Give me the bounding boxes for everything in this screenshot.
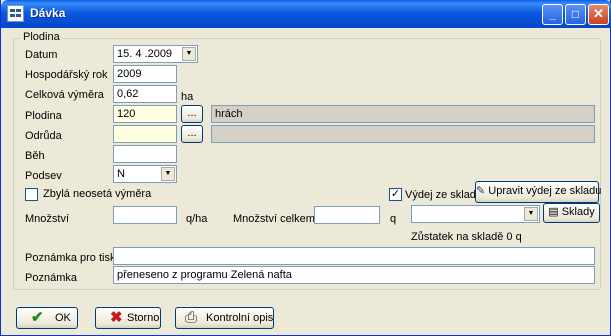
datum-value: 15. 4 .2009 (117, 48, 173, 60)
list-icon: ▤ (548, 206, 559, 218)
maximize-button[interactable]: □ (565, 4, 586, 25)
mnozstvi-label: Množství (25, 213, 70, 225)
sklady-label: Sklady (561, 206, 595, 218)
poznamka-tisk-input[interactable] (113, 247, 595, 265)
zbyla-checkbox[interactable] (25, 188, 38, 201)
printer-icon: ⎙ (185, 309, 198, 326)
group-title: Plodina (20, 31, 63, 43)
mnozstvi-celkem-input[interactable] (314, 206, 380, 224)
beh-label: Běh (25, 150, 45, 162)
mnozstvi-unit: q/ha (186, 213, 208, 225)
vymera-unit: ha (181, 91, 194, 103)
plodina-label: Plodina (25, 110, 62, 122)
vydej-label: Výdej ze skladu (405, 189, 483, 201)
grid-icon (7, 5, 24, 22)
upravit-vydej-label: Upravit výdej ze skladu (488, 185, 602, 197)
odruda-name-field (211, 125, 595, 143)
vydej-checkbox[interactable]: ✓ (389, 188, 402, 201)
edit-icon: ✎ (476, 185, 486, 197)
podsev-value: N (117, 168, 125, 180)
poznamka-tisk-label: Poznámka pro tisk (25, 252, 116, 264)
plodina-lookup-button[interactable]: ... (181, 105, 203, 123)
odruda-lookup-button[interactable]: ... (181, 125, 203, 143)
hospodarsky-rok-label: Hospodářský rok (25, 69, 108, 81)
hospodarsky-rok-input[interactable]: 2009 (113, 65, 177, 83)
datum-picker[interactable]: 15. 4 .2009 ▼ (113, 45, 198, 63)
kontrolni-opis-button[interactable]: ⎙ Kontrolní opis (175, 307, 274, 329)
poznamka-label: Poznámka (25, 272, 77, 284)
cross-icon: ✖ (110, 309, 123, 326)
zustatek-unit: q (515, 231, 522, 243)
upravit-vydej-button[interactable]: ✎ Upravit výdej ze skladu (475, 181, 602, 203)
mnozstvi-celkem-label: Množství celkem (233, 213, 315, 225)
odruda-input[interactable] (113, 125, 177, 143)
window-title: Dávka (30, 6, 66, 20)
podsev-select[interactable]: N ▼ (113, 165, 177, 183)
sklad-select[interactable]: ▼ (411, 205, 540, 223)
beh-input[interactable] (113, 145, 177, 163)
sklady-button[interactable]: ▤ Sklady (543, 203, 600, 223)
close-button[interactable]: ✕ (588, 4, 609, 25)
odruda-label: Odrůda (25, 130, 62, 142)
batch-dialog: Dávka _ □ ✕ Plodina Datum 15. 4 .2009 ▼ … (0, 0, 611, 336)
podsev-label: Podsev (25, 170, 62, 182)
mnozstvi-celkem-unit: q (390, 213, 397, 225)
poznamka-input[interactable]: přeneseno z programu Zelená nafta (113, 266, 595, 284)
ok-button[interactable]: ✔ OK (16, 307, 78, 329)
storno-label: Storno (127, 312, 160, 324)
celkova-vymera-label: Celková výměra (25, 89, 104, 101)
check-icon: ✔ (31, 309, 44, 326)
chevron-down-icon[interactable]: ▼ (182, 47, 196, 61)
kontrolni-opis-label: Kontrolní opis (206, 312, 274, 324)
mnozstvi-input[interactable] (113, 206, 177, 224)
zustatek-text: Zůstatek na skladě 0 q (411, 231, 522, 243)
celkova-vymera-input[interactable]: 0,62 (113, 85, 177, 103)
chevron-down-icon[interactable]: ▼ (161, 167, 175, 181)
plodina-code-input[interactable]: 120 (113, 105, 177, 123)
title-bar: Dávka _ □ ✕ (1, 0, 611, 28)
ok-label: OK (55, 312, 71, 324)
plodina-name-field: hrách (211, 105, 595, 123)
zustatek-value: 0 (506, 231, 513, 243)
chevron-down-icon[interactable]: ▼ (524, 207, 538, 221)
storno-button[interactable]: ✖ Storno (95, 307, 161, 329)
zbyla-label: Zbylá neosetá výměra (43, 188, 152, 200)
minimize-button[interactable]: _ (542, 4, 563, 25)
zustatek-label: Zůstatek na skladě (411, 231, 504, 243)
datum-label: Datum (25, 49, 58, 61)
